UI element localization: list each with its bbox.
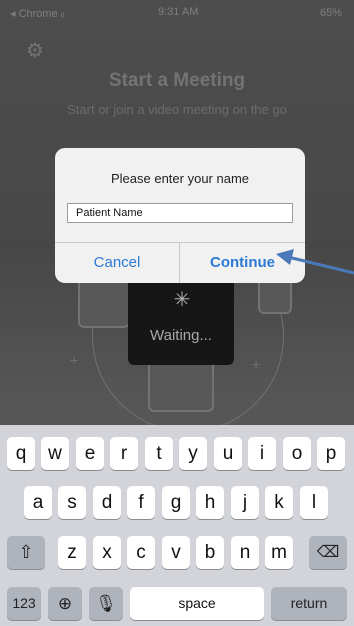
key-z[interactable]: z	[58, 536, 86, 569]
key-label: x	[102, 542, 112, 563]
key-label: w	[48, 443, 62, 464]
name-input[interactable]: Patient Name	[67, 203, 293, 223]
return-key[interactable]: return	[271, 587, 347, 620]
keyboard: q w e r t y u i o p a s d f g h j k l ⇧ …	[0, 425, 354, 626]
key-label: m	[271, 542, 287, 563]
key-label: g	[170, 492, 182, 513]
plus-icon: +	[252, 356, 261, 372]
key-p[interactable]: p	[317, 437, 345, 470]
key-e[interactable]: e	[76, 437, 104, 470]
key-f[interactable]: f	[127, 486, 155, 519]
key-label: k	[274, 492, 284, 513]
key-t[interactable]: t	[145, 437, 173, 470]
key-label: n	[239, 542, 251, 563]
key-v[interactable]: v	[162, 536, 190, 569]
key-label: r	[120, 443, 128, 464]
waiting-overlay: ✳ Waiting...	[128, 275, 234, 365]
key-label: p	[325, 443, 337, 464]
key-label: s	[67, 492, 77, 513]
key-label: q	[15, 443, 27, 464]
page-title: Start a Meeting	[108, 70, 246, 91]
key-m[interactable]: m	[265, 536, 293, 569]
key-n[interactable]: n	[231, 536, 259, 569]
key-label: a	[32, 492, 44, 513]
key-label: return	[290, 595, 328, 611]
key-g[interactable]: g	[162, 486, 190, 519]
key-label: b	[204, 542, 216, 563]
key-label: i	[259, 443, 265, 464]
key-k[interactable]: k	[265, 486, 293, 519]
numbers-key[interactable]: 123	[7, 587, 41, 620]
carrier-label: ◂ Chrome ᵢₗ	[10, 8, 65, 20]
tablet-illustration	[78, 278, 130, 328]
key-r[interactable]: r	[110, 437, 138, 470]
key-label: e	[84, 443, 96, 464]
key-w[interactable]: w	[41, 437, 69, 470]
shift-icon[interactable]: ⇧	[7, 536, 45, 569]
key-label: 123	[12, 595, 36, 611]
name-dialog: Please enter your name Patient Name Canc…	[55, 148, 305, 283]
key-b[interactable]: b	[196, 536, 224, 569]
key-label: o	[291, 443, 303, 464]
computer-illustration	[148, 358, 214, 412]
key-label: l	[311, 492, 317, 513]
key-label: d	[101, 492, 113, 513]
globe-icon[interactable]: ⊕	[48, 587, 82, 620]
page-subtitle: Start or join a video meeting on the go	[67, 102, 287, 117]
waiting-label: Waiting...	[150, 327, 212, 344]
key-label: v	[171, 542, 181, 563]
key-label: f	[138, 492, 144, 513]
key-label: y	[188, 443, 198, 464]
key-label: h	[204, 492, 216, 513]
microphone-icon[interactable]: 🎙︎	[89, 587, 123, 620]
space-key[interactable]: space	[130, 587, 264, 620]
key-y[interactable]: y	[179, 437, 207, 470]
cancel-button[interactable]: Cancel	[55, 243, 179, 283]
key-c[interactable]: c	[127, 536, 155, 569]
key-label: j	[242, 492, 248, 513]
spinner-icon: ✳	[173, 289, 191, 311]
gear-icon[interactable]: ⚙	[24, 40, 46, 62]
delete-icon[interactable]: ⌫	[309, 536, 347, 569]
battery-percentage: 65%	[319, 7, 342, 19]
zoom-start-meeting-screen: ◂ Chrome ᵢₗ 9:31 AM 65% ⚙ Start a Meetin…	[0, 0, 354, 626]
key-label: z	[67, 542, 77, 563]
key-label: u	[222, 443, 234, 464]
key-h[interactable]: h	[196, 486, 224, 519]
dialog-title: Please enter your name	[110, 171, 250, 186]
key-label: space	[178, 595, 216, 611]
key-i[interactable]: i	[248, 437, 276, 470]
key-s[interactable]: s	[58, 486, 86, 519]
key-x[interactable]: x	[93, 536, 121, 569]
key-o[interactable]: o	[283, 437, 311, 470]
key-l[interactable]: l	[300, 486, 328, 519]
status-bar: ◂ Chrome ᵢₗ 9:31 AM 65%	[0, 0, 354, 24]
plus-icon: +	[70, 352, 79, 368]
key-a[interactable]: a	[24, 486, 52, 519]
arrow-icon	[276, 249, 354, 275]
key-label: t	[156, 443, 162, 464]
key-d[interactable]: d	[93, 486, 121, 519]
key-u[interactable]: u	[214, 437, 242, 470]
key-j[interactable]: j	[231, 486, 259, 519]
key-label: c	[136, 542, 146, 563]
key-q[interactable]: q	[7, 437, 35, 470]
status-time: 9:31 AM	[158, 6, 199, 18]
